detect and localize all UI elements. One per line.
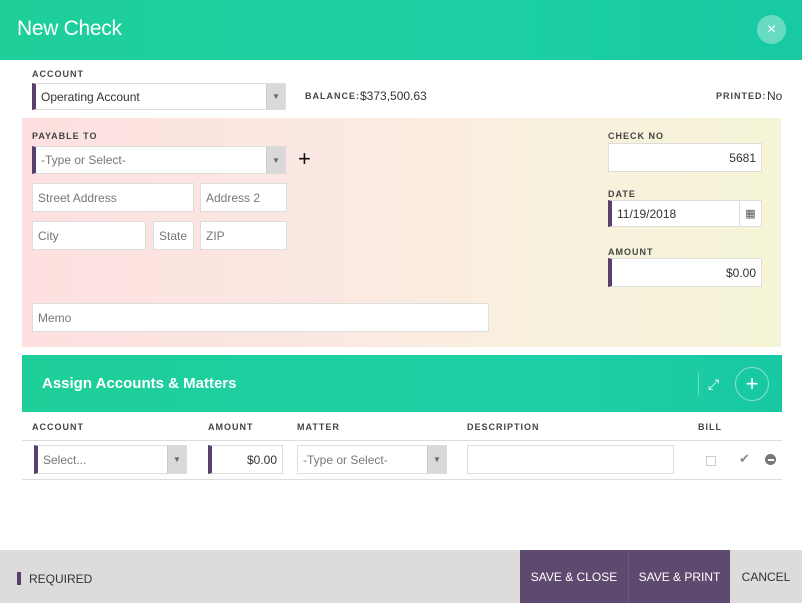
printed-label: PRINTED: (716, 91, 767, 101)
printed-value: No (767, 89, 783, 103)
row-description-input[interactable] (467, 445, 674, 474)
row-matter-select[interactable]: -Type or Select- ▼ (297, 445, 447, 474)
chevron-down-icon: ▼ (266, 84, 285, 109)
bill-checkbox[interactable] (706, 456, 716, 466)
remove-row-icon[interactable] (765, 454, 776, 465)
payable-to-select[interactable]: -Type or Select- ▼ (32, 146, 286, 174)
chevron-down-icon: ▼ (427, 446, 446, 473)
account-label: ACCOUNT (32, 69, 84, 79)
required-legend: REQUIRED (29, 572, 93, 586)
close-icon[interactable]: × (757, 15, 786, 44)
row-account-select[interactable]: Select... ▼ (34, 445, 187, 474)
street-address-input[interactable]: Street Address (32, 183, 194, 212)
memo-input[interactable]: Memo (32, 303, 489, 332)
address2-input[interactable]: Address 2 (200, 183, 287, 212)
zip-input[interactable]: ZIP (200, 221, 287, 250)
save-and-close-button[interactable]: SAVE & CLOSE (520, 550, 628, 603)
date-input[interactable]: 11/19/2018 ▦ (608, 200, 762, 227)
divider (22, 479, 782, 480)
account-select[interactable]: Operating Account ▼ (32, 83, 286, 110)
amount-input[interactable]: $0.00 (608, 258, 762, 287)
assign-accounts-bar: Assign Accounts & Matters ⤢ + (22, 355, 782, 412)
payable-to-placeholder: -Type or Select- (41, 153, 126, 167)
dialog-title: New Check (17, 17, 122, 40)
row-matter-placeholder: -Type or Select- (303, 452, 388, 467)
divider (22, 440, 782, 441)
assign-accounts-title: Assign Accounts & Matters (42, 375, 237, 392)
date-label: DATE (608, 189, 636, 199)
required-marker (17, 572, 21, 585)
chevron-down-icon: ▼ (266, 147, 285, 173)
col-header-matter: MATTER (297, 422, 340, 432)
check-icon[interactable]: ✔ (739, 451, 750, 467)
balance-label: BALANCE: (305, 91, 360, 101)
expand-icon[interactable]: ⤢ (698, 372, 728, 396)
col-header-bill: BILL (698, 422, 722, 432)
col-header-account: ACCOUNT (32, 422, 84, 432)
amount-label: AMOUNT (608, 247, 654, 257)
dialog-footer: REQUIRED SAVE & CLOSE SAVE & PRINT CANCE… (0, 550, 802, 603)
chevron-down-icon: ▼ (167, 446, 186, 473)
payable-to-label: PAYABLE TO (32, 131, 98, 141)
state-input[interactable]: State (153, 221, 194, 250)
city-input[interactable]: City (32, 221, 146, 250)
row-amount-input[interactable]: $0.00 (208, 445, 283, 474)
check-no-input[interactable]: 5681 (608, 143, 762, 172)
cancel-button[interactable]: CANCEL (730, 550, 802, 603)
balance-value: $373,500.63 (360, 89, 427, 103)
dialog-header: New Check × (0, 0, 802, 60)
account-select-value: Operating Account (41, 89, 140, 104)
add-payee-icon[interactable]: + (298, 146, 311, 172)
row-account-placeholder: Select... (43, 452, 87, 467)
col-header-description: DESCRIPTION (467, 422, 540, 432)
add-row-button[interactable]: + (735, 367, 769, 401)
save-and-print-button[interactable]: SAVE & PRINT (628, 550, 730, 603)
date-value: 11/19/2018 (617, 206, 677, 221)
check-no-label: CHECK NO (608, 131, 665, 141)
col-header-amount: AMOUNT (208, 422, 254, 432)
calendar-icon[interactable]: ▦ (739, 201, 761, 226)
